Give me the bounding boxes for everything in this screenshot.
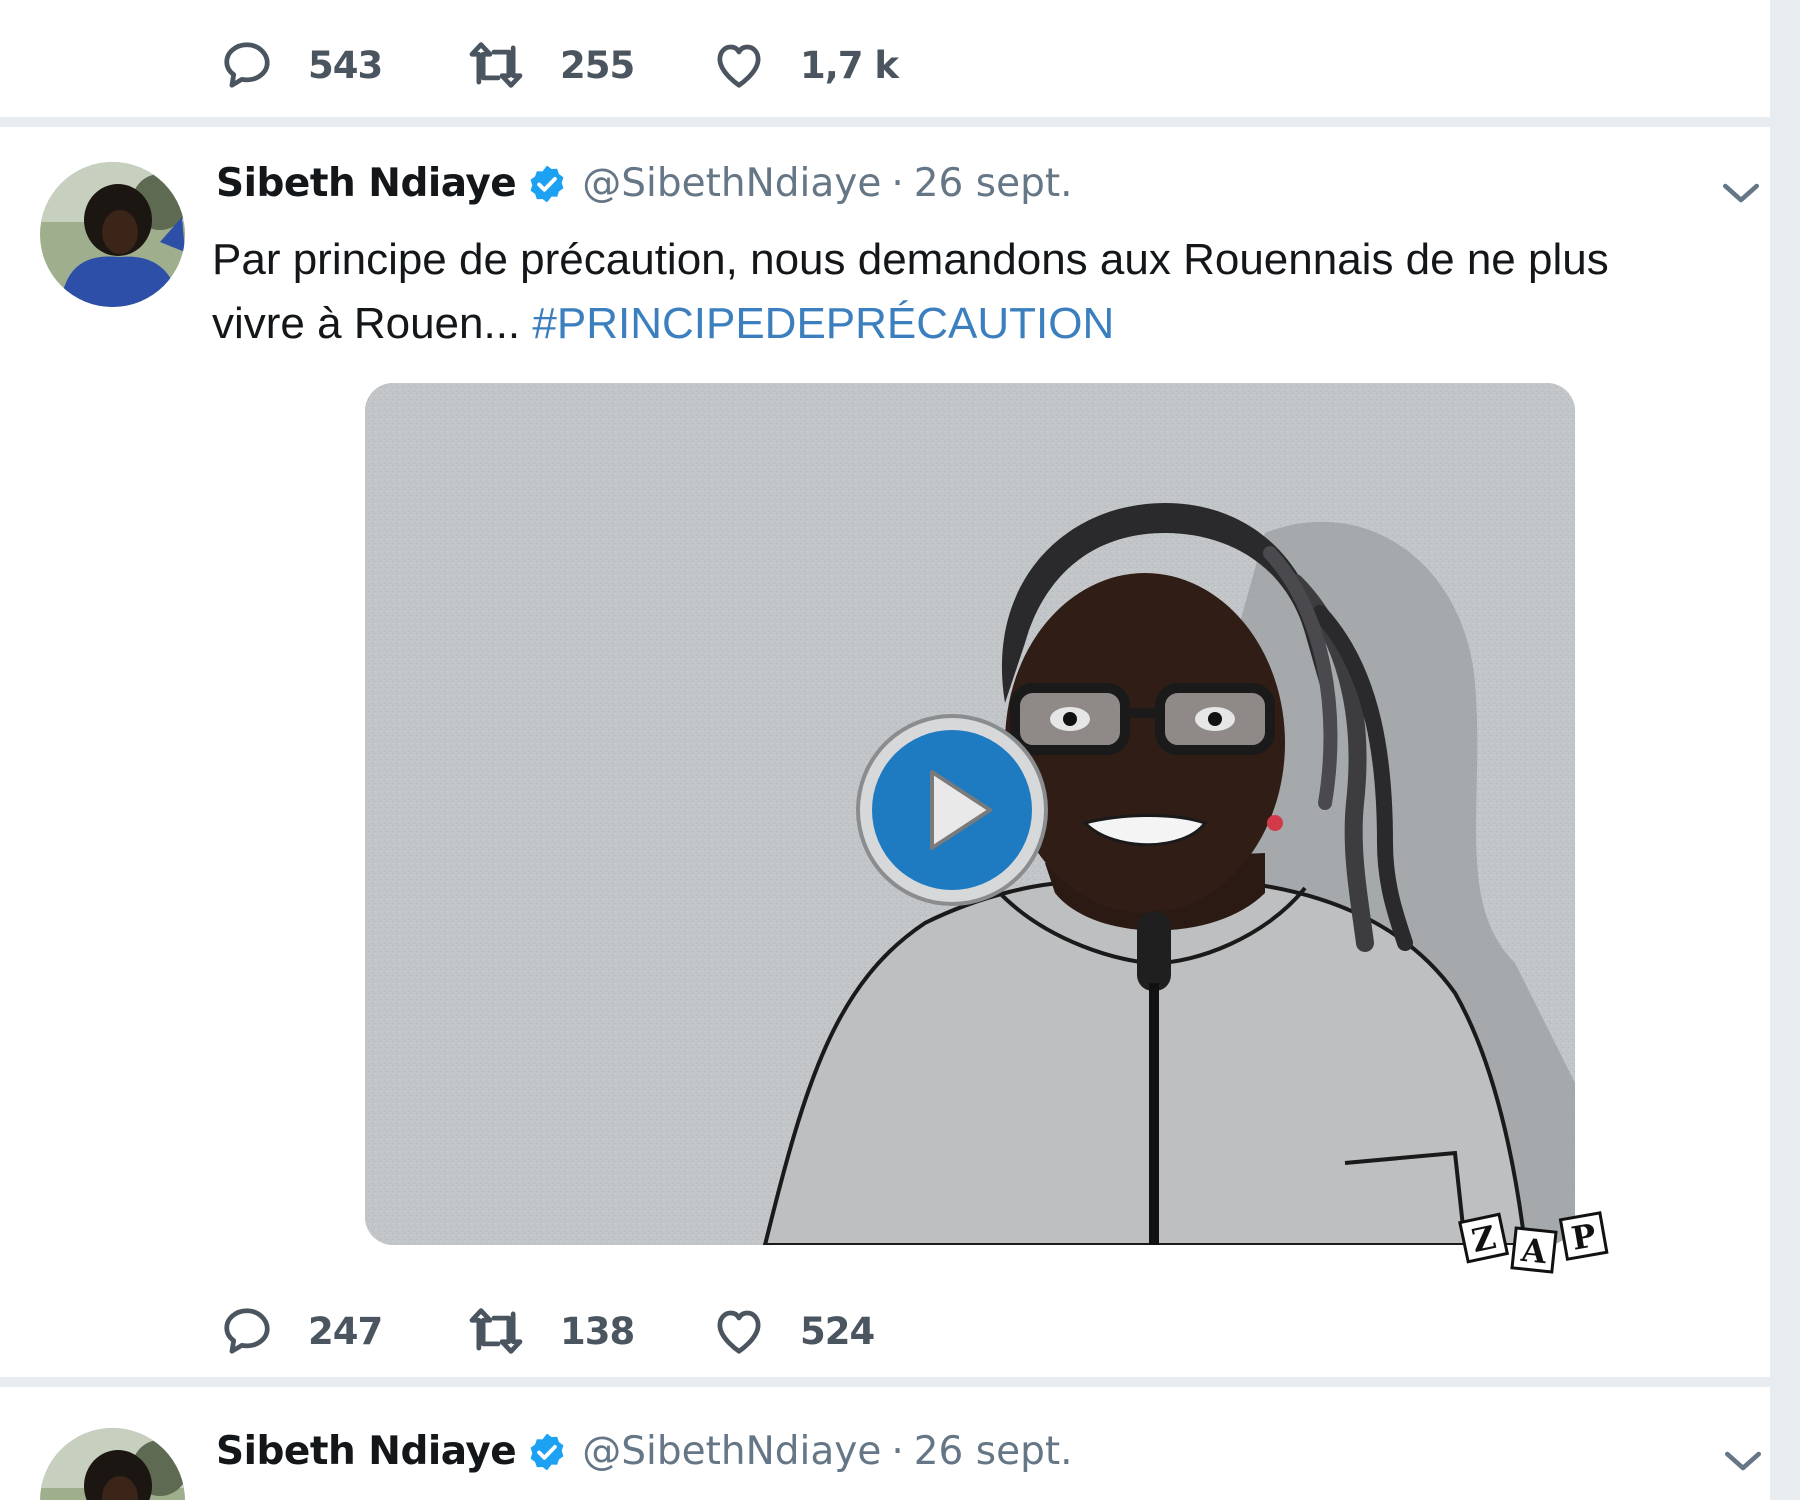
- chevron-down-icon[interactable]: [1722, 1446, 1764, 1476]
- speech-bubble-icon: [224, 1308, 270, 1354]
- play-icon[interactable]: [852, 710, 1052, 910]
- retweet-arrows-icon: [469, 42, 523, 88]
- tweet-actions: 543 255 1,7 k: [220, 38, 958, 92]
- tweet-header: Sibeth Ndiaye @SibethNdiaye · 26 sept.: [216, 161, 1073, 206]
- retweet-count: 138: [560, 1309, 635, 1353]
- author-name[interactable]: Sibeth Ndiaye: [216, 1429, 517, 1474]
- tweet-main-actions: 247 138 524: [220, 1304, 958, 1358]
- tweet-date[interactable]: 26 sept.: [914, 1429, 1073, 1474]
- reply-action[interactable]: 247: [220, 1304, 466, 1358]
- heart-icon: [717, 1310, 761, 1354]
- like-count: 524: [800, 1309, 875, 1353]
- verified-badge-icon: [530, 1433, 564, 1470]
- hashtag-link[interactable]: #PRINCIPEDEPRÉCAUTION: [532, 299, 1114, 348]
- header-separator: ·: [891, 161, 904, 206]
- zap-watermark-logo: Z A P: [1458, 1211, 1609, 1274]
- like-action[interactable]: 524: [712, 1304, 958, 1358]
- avatar[interactable]: [40, 162, 185, 307]
- tweet-header: Sibeth Ndiaye @SibethNdiaye · 26 sept.: [216, 1429, 1073, 1474]
- reply-action[interactable]: 543: [220, 38, 466, 92]
- verified-badge-icon: [530, 165, 564, 202]
- like-count: 1,7 k: [800, 43, 899, 87]
- speech-bubble-icon: [224, 42, 270, 88]
- header-separator: ·: [891, 1429, 904, 1474]
- retweet-count: 255: [560, 43, 635, 87]
- retweet-action[interactable]: 138: [466, 1304, 712, 1358]
- author-name[interactable]: Sibeth Ndiaye: [216, 161, 517, 206]
- chevron-down-icon[interactable]: [1720, 178, 1762, 208]
- svg-text:A: A: [1519, 1231, 1550, 1272]
- tweet-top: 543 255 1,7 k: [0, 0, 1770, 117]
- heart-icon: [717, 44, 761, 88]
- retweet-arrows-icon: [469, 1308, 523, 1354]
- like-action[interactable]: 1,7 k: [712, 38, 958, 92]
- tweet-text: Par principe de précaution, nous demando…: [212, 228, 1712, 356]
- reply-count: 247: [308, 1309, 383, 1353]
- reply-count: 543: [308, 43, 383, 87]
- author-handle[interactable]: @SibethNdiaye: [582, 161, 881, 206]
- retweet-action[interactable]: 255: [466, 38, 712, 92]
- tweet-date[interactable]: 26 sept.: [914, 161, 1073, 206]
- author-handle[interactable]: @SibethNdiaye: [582, 1429, 881, 1474]
- avatar-photo: [40, 162, 185, 307]
